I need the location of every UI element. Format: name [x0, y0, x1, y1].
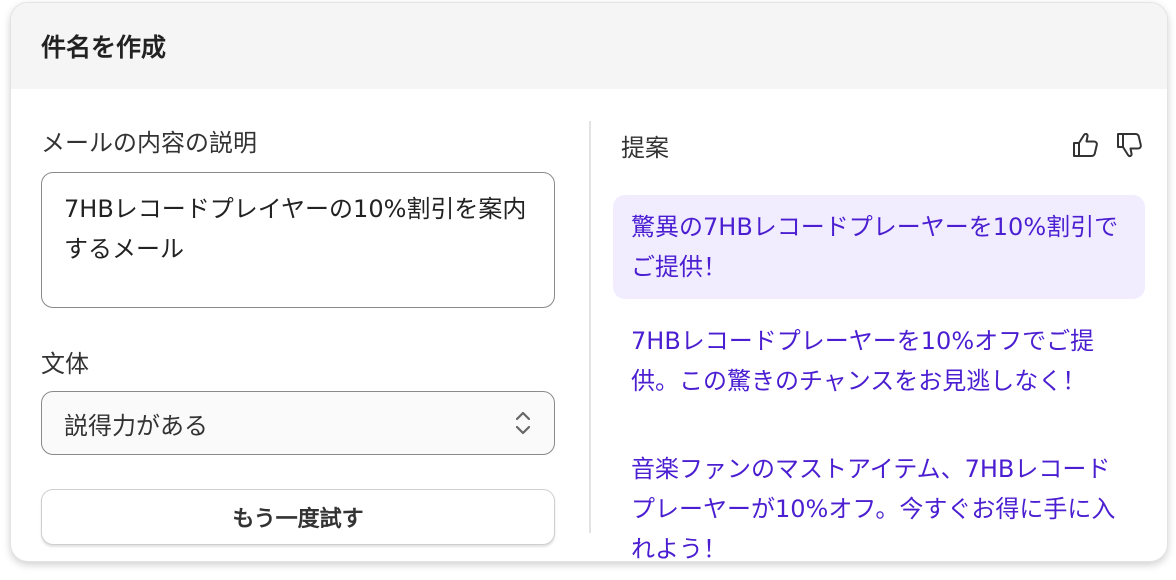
suggestion-item-2[interactable]: 7HBレコードプレーヤーを10%オフでご提供。この驚きのチャンスをお見逃しなく！ — [613, 309, 1145, 413]
style-select[interactable]: 説得力がある — [41, 391, 555, 455]
feedback-buttons — [1071, 130, 1145, 160]
panel-divider — [589, 121, 591, 533]
description-label: メールの内容の説明 — [41, 129, 257, 157]
description-textarea[interactable]: 7HBレコードプレイヤーの10%割引を案内するメール — [41, 172, 555, 308]
suggestions-title: 提案 — [621, 133, 669, 162]
suggestions-panel: 提案 驚異の7HBレコードプレーヤーを10%割引でご提供！ 7HBレコードプレー… — [613, 123, 1145, 561]
suggestion-item-1[interactable]: 驚異の7HBレコードプレーヤーを10%割引でご提供！ — [613, 195, 1145, 299]
suggestions-header: 提案 — [613, 123, 1145, 167]
suggestion-item-3[interactable]: 音楽ファンのマストアイテム、7HBレコードプレーヤーが10%オフ。今すぐお得に手… — [613, 437, 1145, 561]
thumbs-up-icon[interactable] — [1071, 130, 1101, 160]
input-panel: メールの内容の説明 7HBレコードプレイヤーの10%割引を案内するメール 文体 … — [41, 123, 557, 545]
thumbs-down-icon[interactable] — [1115, 130, 1145, 160]
suggestion-list: 驚異の7HBレコードプレーヤーを10%割引でご提供！ 7HBレコードプレーヤーを… — [613, 195, 1145, 561]
subject-generator-card: 件名を作成 メールの内容の説明 7HBレコードプレイヤーの10%割引を案内するメ… — [10, 2, 1168, 562]
card-header: 件名を作成 — [11, 3, 1167, 89]
style-label: 文体 — [41, 350, 89, 378]
card-title: 件名を作成 — [41, 33, 167, 62]
retry-button[interactable]: もう一度試す — [41, 489, 555, 545]
chevron-up-down-icon — [515, 411, 531, 435]
style-select-value: 説得力がある — [64, 411, 208, 440]
